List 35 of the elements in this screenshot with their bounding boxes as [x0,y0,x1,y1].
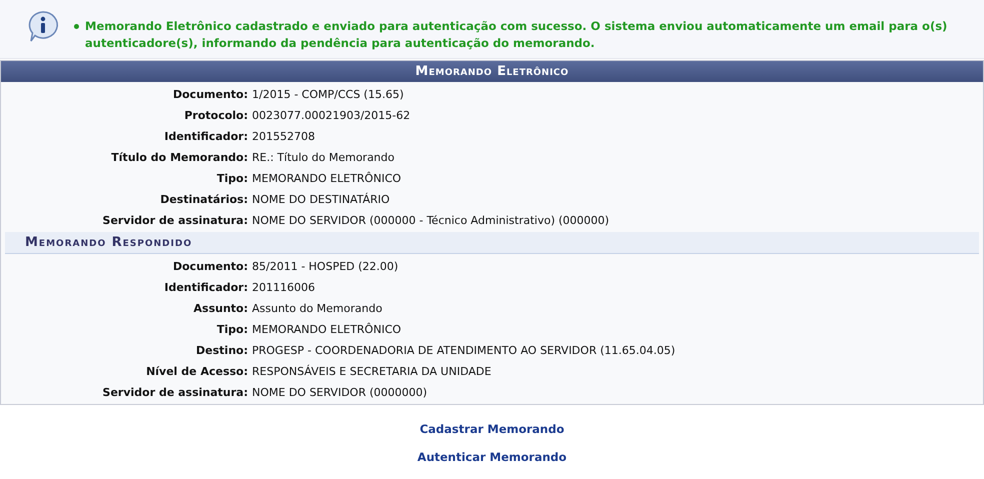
field-label: Assunto: [192,302,249,315]
field-label: Servidor de assinatura: [102,214,249,227]
field-value: MEMORANDO ELETRÔNICO [252,323,402,336]
field-label: Nível de Acesso: [145,365,249,378]
field-value: 85/2011 - HOSPED (22.00) [252,260,398,273]
field-value: NOME DO DESTINATÁRIO [252,193,390,206]
field-label: Servidor de assinatura: [102,386,249,399]
field-value: RE.: Título do Memorando [252,151,394,164]
field-value: 201552708 [252,130,315,143]
field-label: Documento: [172,88,249,101]
field-label: Tipo: [216,172,249,185]
field-value: PROGESP - COORDENADORIA DE ATENDIMENTO AO SERVIDOR (11.65.04.05) [252,344,676,357]
action-link[interactable]: Autenticar Memorando [417,450,567,464]
info-icon [26,10,60,44]
field-label: Documento: [172,260,249,273]
field-value: NOME DO SERVIDOR (0000000) [252,386,428,399]
field-value: RESPONSÁVEIS E SECRETARIA DA UNIDADE [252,365,492,378]
bullet-icon [74,24,79,29]
field-label: Destinatários: [159,193,249,206]
field-label: Título do Memorando: [110,151,249,164]
action-link[interactable]: Cadastrar Memorando [420,422,564,436]
section-header: Memorando Respondido [5,232,979,254]
field-value: NOME DO SERVIDOR (000000 - Técnico Administrativo) (000000) [252,214,610,227]
field-value: MEMORANDO ELETRÔNICO [252,172,402,185]
field-label: Protocolo: [183,109,249,122]
field-label: Destino: [195,344,249,357]
field-value: 0023077.00021903/2015-62 [252,109,410,122]
field-value: 201116006 [252,281,315,294]
field-value: 1/2015 - COMP/CCS (15.65) [252,88,404,101]
field-value: Assunto do Memorando [252,302,382,315]
panel-header: Memorando Eletrônico [1,61,983,82]
field-label: Tipo: [216,323,249,336]
success-message: Memorando Eletrônico cadastrado e enviado para autenticação com sucesso. O sistema enviou automaticamente um email para o(s) autenticadore(s), informando da pendência para autenticação do memorando. [85,18,948,52]
field-label: Identificador: [163,130,249,143]
field-label: Identificador: [163,281,249,294]
